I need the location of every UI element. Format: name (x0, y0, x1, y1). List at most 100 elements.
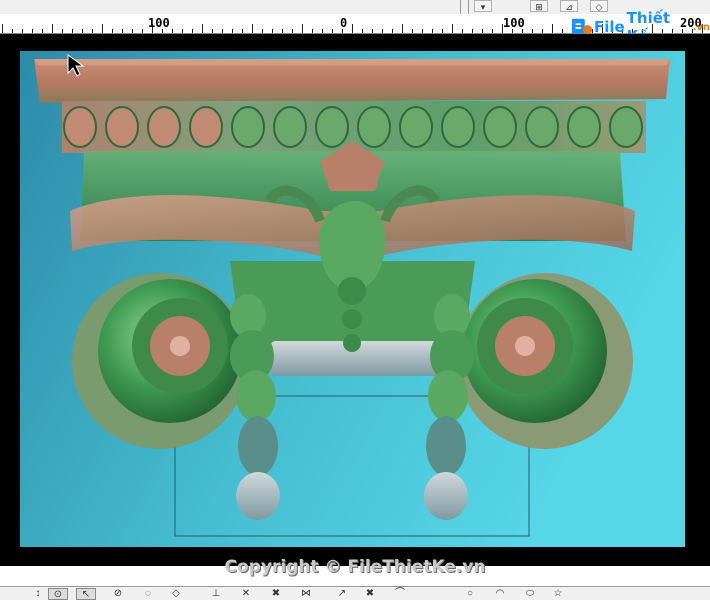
egg-ornament (315, 106, 349, 148)
ruler-tick (32, 29, 33, 33)
egg-ornament (231, 106, 265, 148)
node-icon[interactable]: ⋈ (296, 588, 316, 600)
right-rosette-center (515, 336, 535, 356)
egg-ornament (483, 106, 517, 148)
egg-ornament (273, 106, 307, 148)
logo-tld: .vn (692, 21, 710, 33)
ruler-tick (362, 29, 363, 33)
ruler-tick (552, 24, 553, 33)
ruler-tick (82, 29, 83, 33)
diamond-tool-icon[interactable]: ◇ (590, 0, 608, 12)
ruler-tick (142, 29, 143, 33)
ruler-tick (532, 29, 533, 33)
move-icon[interactable]: ↕ (28, 588, 48, 600)
ruler-tick (432, 29, 433, 33)
ruler-tick (222, 29, 223, 33)
ruler-tick (292, 29, 293, 33)
ruler-tick (182, 29, 183, 33)
abacus-highlight (34, 59, 670, 65)
ruler-tick (412, 29, 413, 33)
toolbar-separator (460, 0, 461, 14)
ruler-tick (262, 29, 263, 33)
delete-icon[interactable]: ✖ (266, 588, 286, 600)
egg-ornament (567, 106, 601, 148)
ruler-tick (62, 29, 63, 33)
arc-icon[interactable]: ◠ (490, 588, 510, 600)
curve-icon[interactable]: ⌒ (390, 588, 410, 600)
ruler-tick (562, 29, 563, 33)
ruler-tick (72, 29, 73, 33)
cursor-icon[interactable]: ⊥ (206, 588, 226, 600)
arrow-down-icon[interactable]: ▾ (474, 0, 492, 12)
ruler-tick (172, 29, 173, 33)
tilt-icon[interactable]: ⊘ (108, 588, 128, 600)
copyright-watermark: Copyright © FileThietKe.vn (224, 557, 486, 577)
shape-icon[interactable]: ◌ (138, 588, 158, 600)
select-icon[interactable]: ⊙ (48, 588, 68, 600)
egg-ornament (147, 106, 181, 148)
ruler-tick (322, 29, 323, 33)
ruler-tick (42, 29, 43, 33)
ruler-tick (402, 24, 403, 33)
cross-icon[interactable]: ✕ (236, 588, 256, 600)
ruler-tick (232, 29, 233, 33)
ruler-tick (372, 29, 373, 33)
ruler-tick (212, 29, 213, 33)
ruler-tick (392, 29, 393, 33)
ruler-tick (492, 29, 493, 33)
ruler-tick (442, 29, 443, 33)
ruler-tick (302, 24, 303, 33)
circle-icon[interactable]: ○ (460, 588, 480, 600)
ruler-label: 100 (503, 16, 525, 30)
ruler-tick (202, 24, 203, 33)
left-volute (72, 273, 248, 449)
ruler-tick (462, 29, 463, 33)
ruler-tick (332, 29, 333, 33)
ruler-tick (12, 29, 13, 33)
ruler-tick (282, 29, 283, 33)
pointer-icon[interactable]: ↖ (76, 588, 96, 600)
ruler-tick (452, 24, 453, 33)
ruler-tick (482, 29, 483, 33)
ruler-tick (52, 24, 53, 33)
right-volute (457, 273, 633, 449)
toolbar-separator (468, 0, 469, 14)
star-icon[interactable]: ☆ (548, 588, 568, 600)
ruler-tick (252, 24, 253, 33)
remove-icon[interactable]: ✖ (360, 588, 380, 600)
bottom-toolbar: ↕ ⊙ ↖ ⊘ ◌ ◇ ⊥ ✕ ✖ ⋈ ↗ ✖ ⌒ ○ ◠ ⬭ ☆ (0, 586, 710, 600)
top-toolbar: ▾ ⊞ ⊿ ◇ (0, 0, 710, 14)
egg-ornament (63, 106, 97, 148)
anthemion-bead (342, 309, 362, 329)
ruler-tick (22, 29, 23, 33)
ruler-tick (272, 29, 273, 33)
ruler-tick (422, 29, 423, 33)
ruler-tick (242, 29, 243, 33)
ruler-label: 100 (148, 16, 170, 30)
egg-ornament (189, 106, 223, 148)
ruler-tick (102, 24, 103, 33)
ruler-tick (192, 29, 193, 33)
egg-ornament (441, 106, 475, 148)
3d-viewport[interactable] (0, 34, 710, 566)
ruler-tick (312, 29, 313, 33)
ruler-tick (2, 24, 3, 33)
ruler-tick (132, 29, 133, 33)
arrow-icon[interactable]: ↗ (332, 588, 352, 600)
egg-ornament (399, 106, 433, 148)
ellipse-icon[interactable]: ⬭ (520, 588, 540, 600)
ruler-tick (92, 29, 93, 33)
fill-icon[interactable]: ◇ (166, 588, 186, 600)
ruler-label: 0 (340, 16, 348, 30)
anthemion-bead (343, 334, 361, 352)
ruler-tick (472, 29, 473, 33)
ruler-tick (112, 29, 113, 33)
ruler-tick (382, 29, 383, 33)
egg-ornament (105, 106, 139, 148)
relief-render-canvas[interactable] (20, 51, 685, 547)
ruler-tick (352, 24, 353, 33)
line-tool-icon[interactable]: ⊿ (560, 0, 578, 12)
anthemion-bead (338, 277, 366, 305)
grid-tool-icon[interactable]: ⊞ (530, 0, 548, 12)
egg-ornament (357, 106, 391, 148)
